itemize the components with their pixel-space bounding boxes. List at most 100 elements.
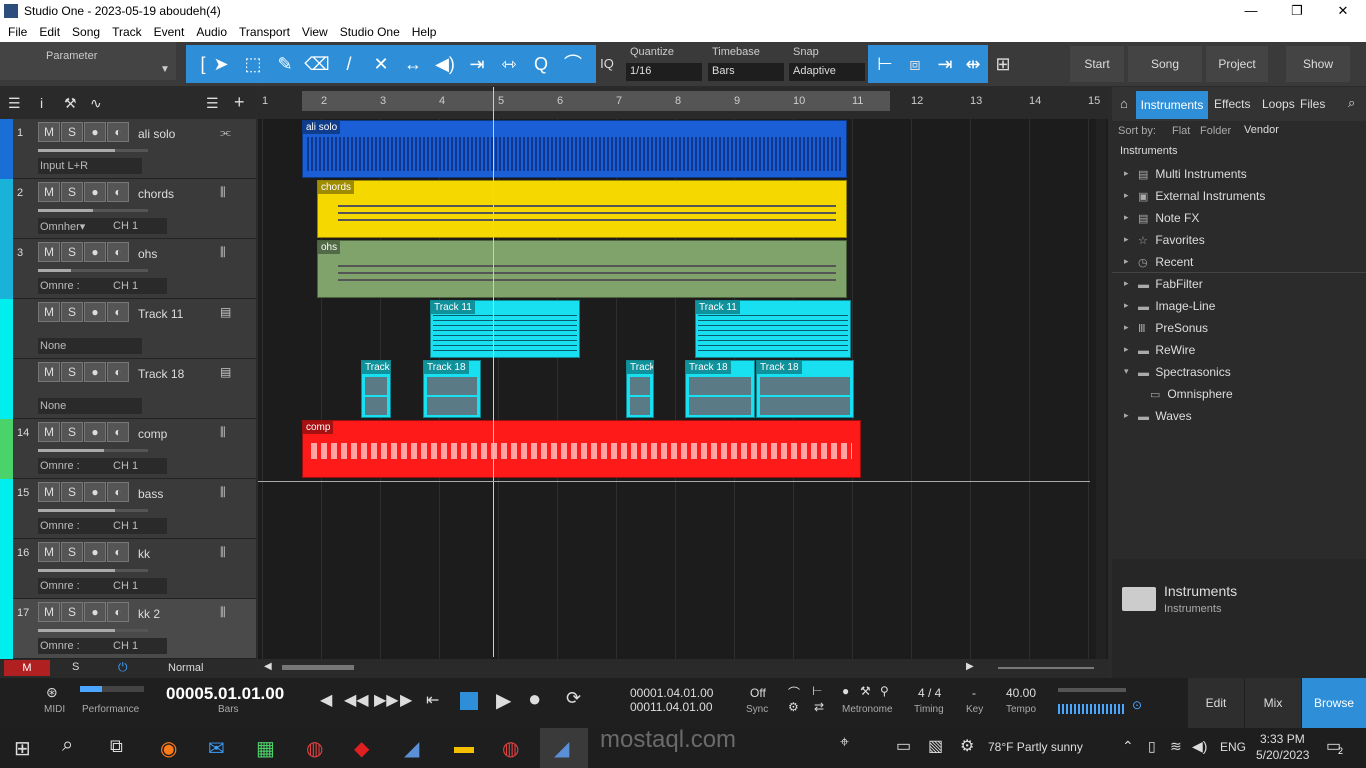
- input-select[interactable]: None: [38, 338, 142, 354]
- global-solo-button[interactable]: S: [72, 661, 79, 673]
- menu-audio[interactable]: Audio: [188, 22, 231, 39]
- windows-start-icon[interactable]: ⊞: [14, 736, 31, 761]
- browser-item[interactable]: Ⅲ PreSonus ▸: [1124, 321, 1208, 335]
- tab-files[interactable]: Files: [1300, 97, 1325, 111]
- browse-view-button[interactable]: Browse: [1302, 678, 1366, 728]
- mode-select[interactable]: Normal: [168, 662, 203, 674]
- track-name[interactable]: kk: [138, 547, 150, 561]
- track-row[interactable]: 14 M S ● ◐ comp ⫼ Omnre : CH 1: [0, 419, 256, 479]
- next-marker-icon[interactable]: ▶: [400, 690, 412, 710]
- toggle-icon[interactable]: ⊙: [1132, 698, 1142, 712]
- snap-cursor-icon[interactable]: ⇥: [930, 45, 960, 83]
- global-mute-button[interactable]: M: [4, 660, 50, 676]
- browser-path[interactable]: Instruments: [1120, 145, 1177, 157]
- tab-effects[interactable]: Effects: [1214, 97, 1250, 111]
- track-color-strip[interactable]: [0, 539, 13, 599]
- mix-view-button[interactable]: Mix: [1245, 678, 1301, 728]
- browser-item[interactable]: ▬ ReWire ▸: [1124, 343, 1195, 357]
- clip[interactable]: ali solo: [302, 120, 847, 178]
- quantize-select[interactable]: 1/16: [626, 63, 702, 81]
- clip[interactable]: Track: [361, 360, 391, 418]
- browser-item[interactable]: ▬ FabFilter ▸: [1124, 277, 1203, 291]
- key-value[interactable]: -: [972, 686, 976, 700]
- monitor-button[interactable]: ◐: [107, 602, 129, 622]
- expand-icon[interactable]: ▸: [1124, 256, 1129, 267]
- project-button[interactable]: Project: [1206, 46, 1268, 82]
- stop-button[interactable]: [460, 692, 478, 710]
- track-name[interactable]: ali solo: [138, 127, 175, 141]
- track-row[interactable]: M S ● ◐ Track 11 ▤ None: [0, 299, 256, 359]
- clock-date[interactable]: 5/20/2023: [1256, 748, 1309, 762]
- automation-icon[interactable]: ∿: [90, 95, 102, 112]
- expand-icon[interactable]: ▸: [1124, 234, 1129, 245]
- chrome-profile-icon[interactable]: ◍: [502, 736, 519, 761]
- wifi-icon[interactable]: ≋: [1170, 738, 1182, 755]
- forward-icon[interactable]: ▶▶: [374, 690, 399, 710]
- mute-button[interactable]: M: [38, 422, 60, 442]
- track-name[interactable]: chords: [138, 187, 174, 201]
- browser-item[interactable]: ▤ Multi Instruments ▸: [1124, 167, 1247, 181]
- skip-tool-icon[interactable]: ⇥: [462, 45, 492, 83]
- volume-slider[interactable]: [38, 449, 148, 452]
- track-row[interactable]: 3 M S ● ◐ ohs ⫼ Omnre : CH 1: [0, 239, 256, 299]
- store-icon[interactable]: ▦: [256, 736, 275, 761]
- mute-button[interactable]: M: [38, 122, 60, 142]
- clip[interactable]: Track 18: [756, 360, 854, 418]
- expand-icon[interactable]: ▾: [1124, 366, 1129, 377]
- clip[interactable]: Track 18: [685, 360, 755, 418]
- split-tool-icon[interactable]: ✎: [270, 45, 300, 83]
- browser-item[interactable]: ▤ Note FX ▸: [1124, 211, 1199, 225]
- volume-slider[interactable]: [38, 149, 148, 152]
- clock-time[interactable]: 3:33 PM: [1260, 732, 1305, 746]
- precount-icon[interactable]: ⌒: [788, 684, 800, 701]
- sort-folder[interactable]: Folder: [1200, 125, 1231, 137]
- scroll-left-icon[interactable]: ◀: [264, 661, 272, 672]
- return-zero-icon[interactable]: ⇤: [426, 690, 439, 710]
- range-tool-icon[interactable]: ⬚: [238, 45, 268, 83]
- iq-button[interactable]: IQ: [592, 45, 622, 83]
- mute-button[interactable]: M: [38, 602, 60, 622]
- track-name[interactable]: kk 2: [138, 607, 160, 621]
- search-icon[interactable]: ⌕: [62, 734, 73, 757]
- clip[interactable]: chords: [317, 180, 847, 238]
- studio-one-icon[interactable]: ◢: [404, 736, 419, 761]
- solo-button[interactable]: S: [61, 122, 83, 142]
- sort-vendor[interactable]: Vendor: [1244, 124, 1279, 136]
- expand-icon[interactable]: ▸: [1124, 300, 1129, 311]
- menu-icon[interactable]: ☰: [8, 95, 21, 112]
- menu-track[interactable]: Track: [104, 22, 146, 39]
- rewind-icon[interactable]: ◀◀: [344, 690, 369, 710]
- track-color-strip[interactable]: [0, 299, 13, 359]
- channel-select[interactable]: CH 1: [111, 578, 167, 594]
- chrome-icon[interactable]: ◍: [306, 736, 323, 761]
- clip[interactable]: Track: [626, 360, 654, 418]
- track-color-strip[interactable]: [0, 599, 13, 659]
- expand-icon[interactable]: ▸: [1124, 190, 1129, 201]
- bend-tool-icon[interactable]: ↔: [398, 45, 428, 83]
- menu-song[interactable]: Song: [64, 22, 104, 39]
- snap-event-icon[interactable]: ⧈: [900, 45, 930, 83]
- monitor-button[interactable]: ◐: [107, 542, 129, 562]
- browser-item[interactable]: ▭ Omnisphere: [1150, 387, 1233, 401]
- zoom-slider[interactable]: [998, 667, 1094, 669]
- listen-tool-icon[interactable]: ◀): [430, 45, 460, 83]
- minimize-button[interactable]: —: [1228, 0, 1274, 22]
- track-row[interactable]: 17 M S ● ◐ kk 2 ⫼ Omnre : CH 1: [0, 599, 256, 659]
- track-name[interactable]: Track 11: [138, 307, 183, 321]
- settings-icon[interactable]: ⚙: [788, 700, 799, 714]
- monitor-button[interactable]: ◐: [107, 362, 129, 382]
- weather-text[interactable]: 78°F Partly sunny: [988, 740, 1083, 754]
- volume-slider[interactable]: [38, 209, 148, 212]
- record-arm-button[interactable]: ●: [84, 182, 106, 202]
- menu-edit[interactable]: Edit: [31, 22, 64, 39]
- clip[interactable]: Track 11: [695, 300, 851, 358]
- sync-state[interactable]: Off: [750, 686, 766, 700]
- tab-loops[interactable]: Loops: [1262, 97, 1295, 111]
- scroll-thumb[interactable]: [282, 665, 354, 670]
- track-row[interactable]: 1 M S ● ◐ ali solo ⫘ Input L+R: [0, 119, 256, 179]
- browser-item[interactable]: ◷ Recent ▸: [1124, 255, 1193, 269]
- autopunch-icon[interactable]: ⇄: [814, 700, 824, 714]
- record-arm-button[interactable]: ●: [84, 542, 106, 562]
- snap-select[interactable]: Adaptive: [789, 63, 865, 81]
- gear-icon[interactable]: ⚙: [960, 736, 974, 756]
